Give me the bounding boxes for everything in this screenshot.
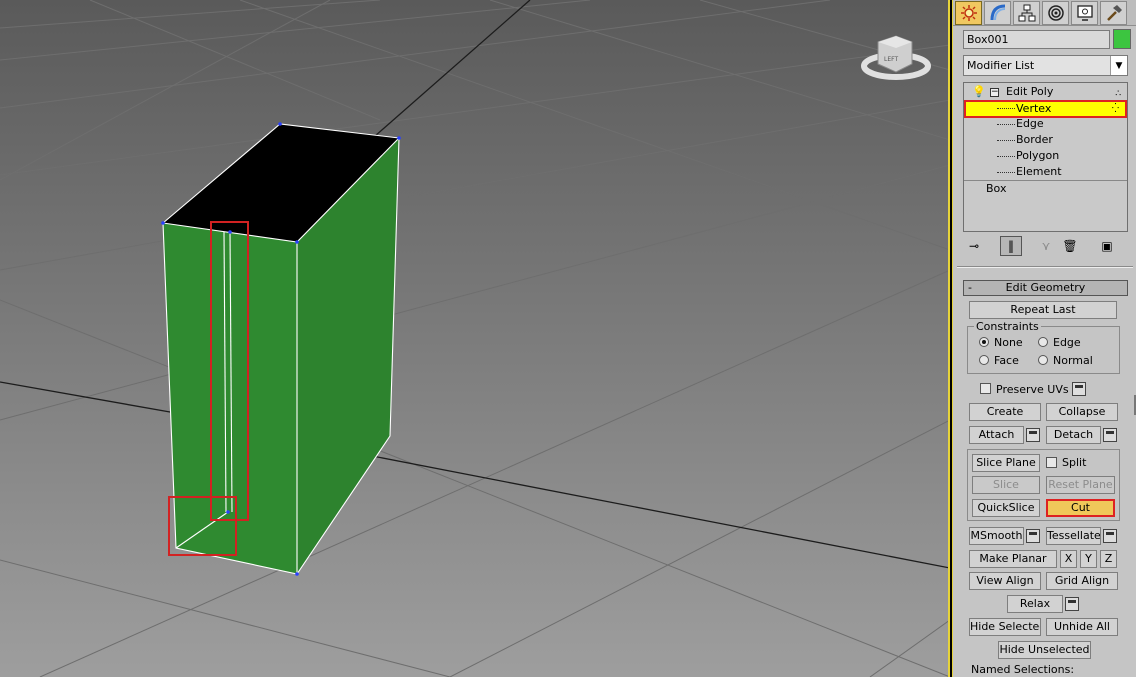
rollout-collapse-sign: - <box>968 281 972 294</box>
attach-button[interactable]: Attach <box>969 426 1024 444</box>
command-panel: Box001 Modifier List ▼ 💡 − Edit Poly ∴ V… <box>952 0 1136 677</box>
tab-create[interactable] <box>955 1 982 25</box>
collapse-minus-icon[interactable]: − <box>990 88 999 97</box>
stack-item-element[interactable]: Element <box>964 164 1127 180</box>
stack-item-label: Element <box>1016 165 1062 178</box>
tab-hierarchy[interactable] <box>1013 1 1040 25</box>
reset-plane-button[interactable]: Reset Plane <box>1046 476 1115 494</box>
detach-button[interactable]: Detach <box>1046 426 1101 444</box>
stack-item-box[interactable]: Box <box>964 181 1127 197</box>
tree-connector <box>997 156 1015 157</box>
preserve-uvs-label: Preserve UVs <box>996 383 1069 396</box>
planar-x-button[interactable]: X <box>1060 550 1077 568</box>
pin-stack-icon[interactable]: ⊸ <box>963 236 985 256</box>
hierarchy-icon <box>1018 4 1035 22</box>
cut-button[interactable]: Cut <box>1046 499 1115 517</box>
planar-y-button[interactable]: Y <box>1080 550 1097 568</box>
planar-z-button[interactable]: Z <box>1100 550 1117 568</box>
perspective-viewport[interactable]: LEFT <box>0 0 950 677</box>
make-planar-button[interactable]: Make Planar <box>969 550 1057 568</box>
show-end-result-icon[interactable]: ‖ <box>1000 236 1022 256</box>
tab-motion[interactable] <box>1042 1 1069 25</box>
motion-icon <box>1047 5 1064 21</box>
viewport-canvas[interactable]: LEFT <box>0 0 950 677</box>
constraint-edge-label: Edge <box>1053 336 1081 349</box>
repeat-last-button[interactable]: Repeat Last <box>969 301 1117 319</box>
object-name-field[interactable]: Box001 <box>963 30 1110 49</box>
stack-item-label: Edge <box>1016 117 1044 130</box>
constraint-normal-radio[interactable] <box>1038 355 1048 365</box>
split-checkbox[interactable] <box>1046 457 1057 468</box>
create-button[interactable]: Create <box>969 403 1041 421</box>
tab-modify[interactable] <box>984 1 1011 25</box>
constraint-normal-label: Normal <box>1053 354 1093 367</box>
constraint-none-radio[interactable] <box>979 337 989 347</box>
modifier-stack: 💡 − Edit Poly ∴ Vertex ⁛ Edge Border Pol… <box>963 82 1128 232</box>
remove-modifier-icon[interactable]: 🗑 <box>1059 236 1081 256</box>
viewport-background <box>0 0 948 677</box>
modify-icon <box>990 4 1005 21</box>
constraint-face-label: Face <box>994 354 1019 367</box>
constraints-title: Constraints <box>974 320 1041 333</box>
tessellate-button[interactable]: Tessellate <box>1046 527 1101 545</box>
relax-settings-icon[interactable] <box>1065 597 1079 611</box>
make-unique-icon[interactable]: ⋎ <box>1035 236 1057 256</box>
tab-utilities[interactable] <box>1100 1 1127 25</box>
constraint-edge-radio[interactable] <box>1038 337 1048 347</box>
modifier-list-label: Modifier List <box>967 59 1035 72</box>
msmooth-settings-icon[interactable] <box>1026 529 1040 543</box>
object-color-swatch[interactable] <box>1113 29 1131 49</box>
modifier-list-dropdown[interactable]: Modifier List ▼ <box>963 55 1128 76</box>
constraint-face-radio[interactable] <box>979 355 989 365</box>
constraints-group: Constraints <box>967 320 1120 374</box>
stack-item-edit-poly[interactable]: 💡 − Edit Poly ∴ <box>964 84 1127 100</box>
hide-unselected-button[interactable]: Hide Unselected <box>998 641 1091 659</box>
hide-selected-button[interactable]: Hide Selected <box>969 618 1041 636</box>
stack-item-polygon[interactable]: Polygon <box>964 148 1127 164</box>
preserve-uvs-checkbox[interactable] <box>980 383 991 394</box>
stack-item-edge[interactable]: Edge <box>964 116 1127 132</box>
viewcube-face-label: LEFT <box>884 56 898 63</box>
tree-connector <box>997 124 1015 125</box>
named-selections-label: Named Selections: <box>971 663 1075 676</box>
unhide-all-button[interactable]: Unhide All <box>1046 618 1118 636</box>
utilities-icon <box>1106 5 1122 21</box>
preserve-uvs-settings-icon[interactable] <box>1072 382 1086 396</box>
detach-settings-icon[interactable] <box>1103 428 1117 442</box>
tab-display[interactable] <box>1071 1 1098 25</box>
command-panel-tabs <box>953 0 1136 26</box>
chevron-down-icon[interactable]: ▼ <box>1110 56 1127 75</box>
attach-settings-icon[interactable] <box>1026 428 1040 442</box>
stack-item-label: Border <box>1016 133 1053 146</box>
tree-connector <box>997 140 1015 141</box>
stack-item-border[interactable]: Border <box>964 132 1127 148</box>
tree-connector <box>997 108 1015 109</box>
display-icon <box>1076 5 1093 21</box>
stack-item-label: Polygon <box>1016 149 1060 162</box>
grid-align-button[interactable]: Grid Align <box>1046 572 1118 590</box>
rollout-title: Edit Geometry <box>1005 281 1086 294</box>
constraint-none-label: None <box>994 336 1023 349</box>
stack-item-label: Edit Poly <box>1006 85 1054 98</box>
split-label: Split <box>1062 456 1087 469</box>
tessellate-settings-icon[interactable] <box>1103 529 1117 543</box>
quickslice-button[interactable]: QuickSlice <box>972 499 1040 517</box>
modifier-stack-toolbar: ⊸ ‖ ⋎ 🗑 ▣ <box>963 236 1128 258</box>
collapse-button[interactable]: Collapse <box>1046 403 1118 421</box>
lightbulb-icon[interactable]: 💡 <box>972 84 986 100</box>
relax-button[interactable]: Relax <box>1007 595 1063 613</box>
object-name-value: Box001 <box>967 33 1009 46</box>
create-icon <box>960 5 977 21</box>
slice-plane-button[interactable]: Slice Plane <box>972 454 1040 472</box>
stack-item-label: Box <box>986 182 1007 195</box>
configure-modifier-sets-icon[interactable]: ▣ <box>1096 236 1118 256</box>
panel-separator <box>957 266 1133 268</box>
edit-geometry-rollout-header[interactable]: - Edit Geometry <box>963 280 1128 296</box>
msmooth-button[interactable]: MSmooth <box>969 527 1024 545</box>
slice-button[interactable]: Slice <box>972 476 1040 494</box>
view-align-button[interactable]: View Align <box>969 572 1041 590</box>
tree-connector <box>997 172 1015 173</box>
vertex-dots-icon: ⁛ <box>1111 104 1119 114</box>
stack-item-label: Vertex <box>1016 102 1052 115</box>
